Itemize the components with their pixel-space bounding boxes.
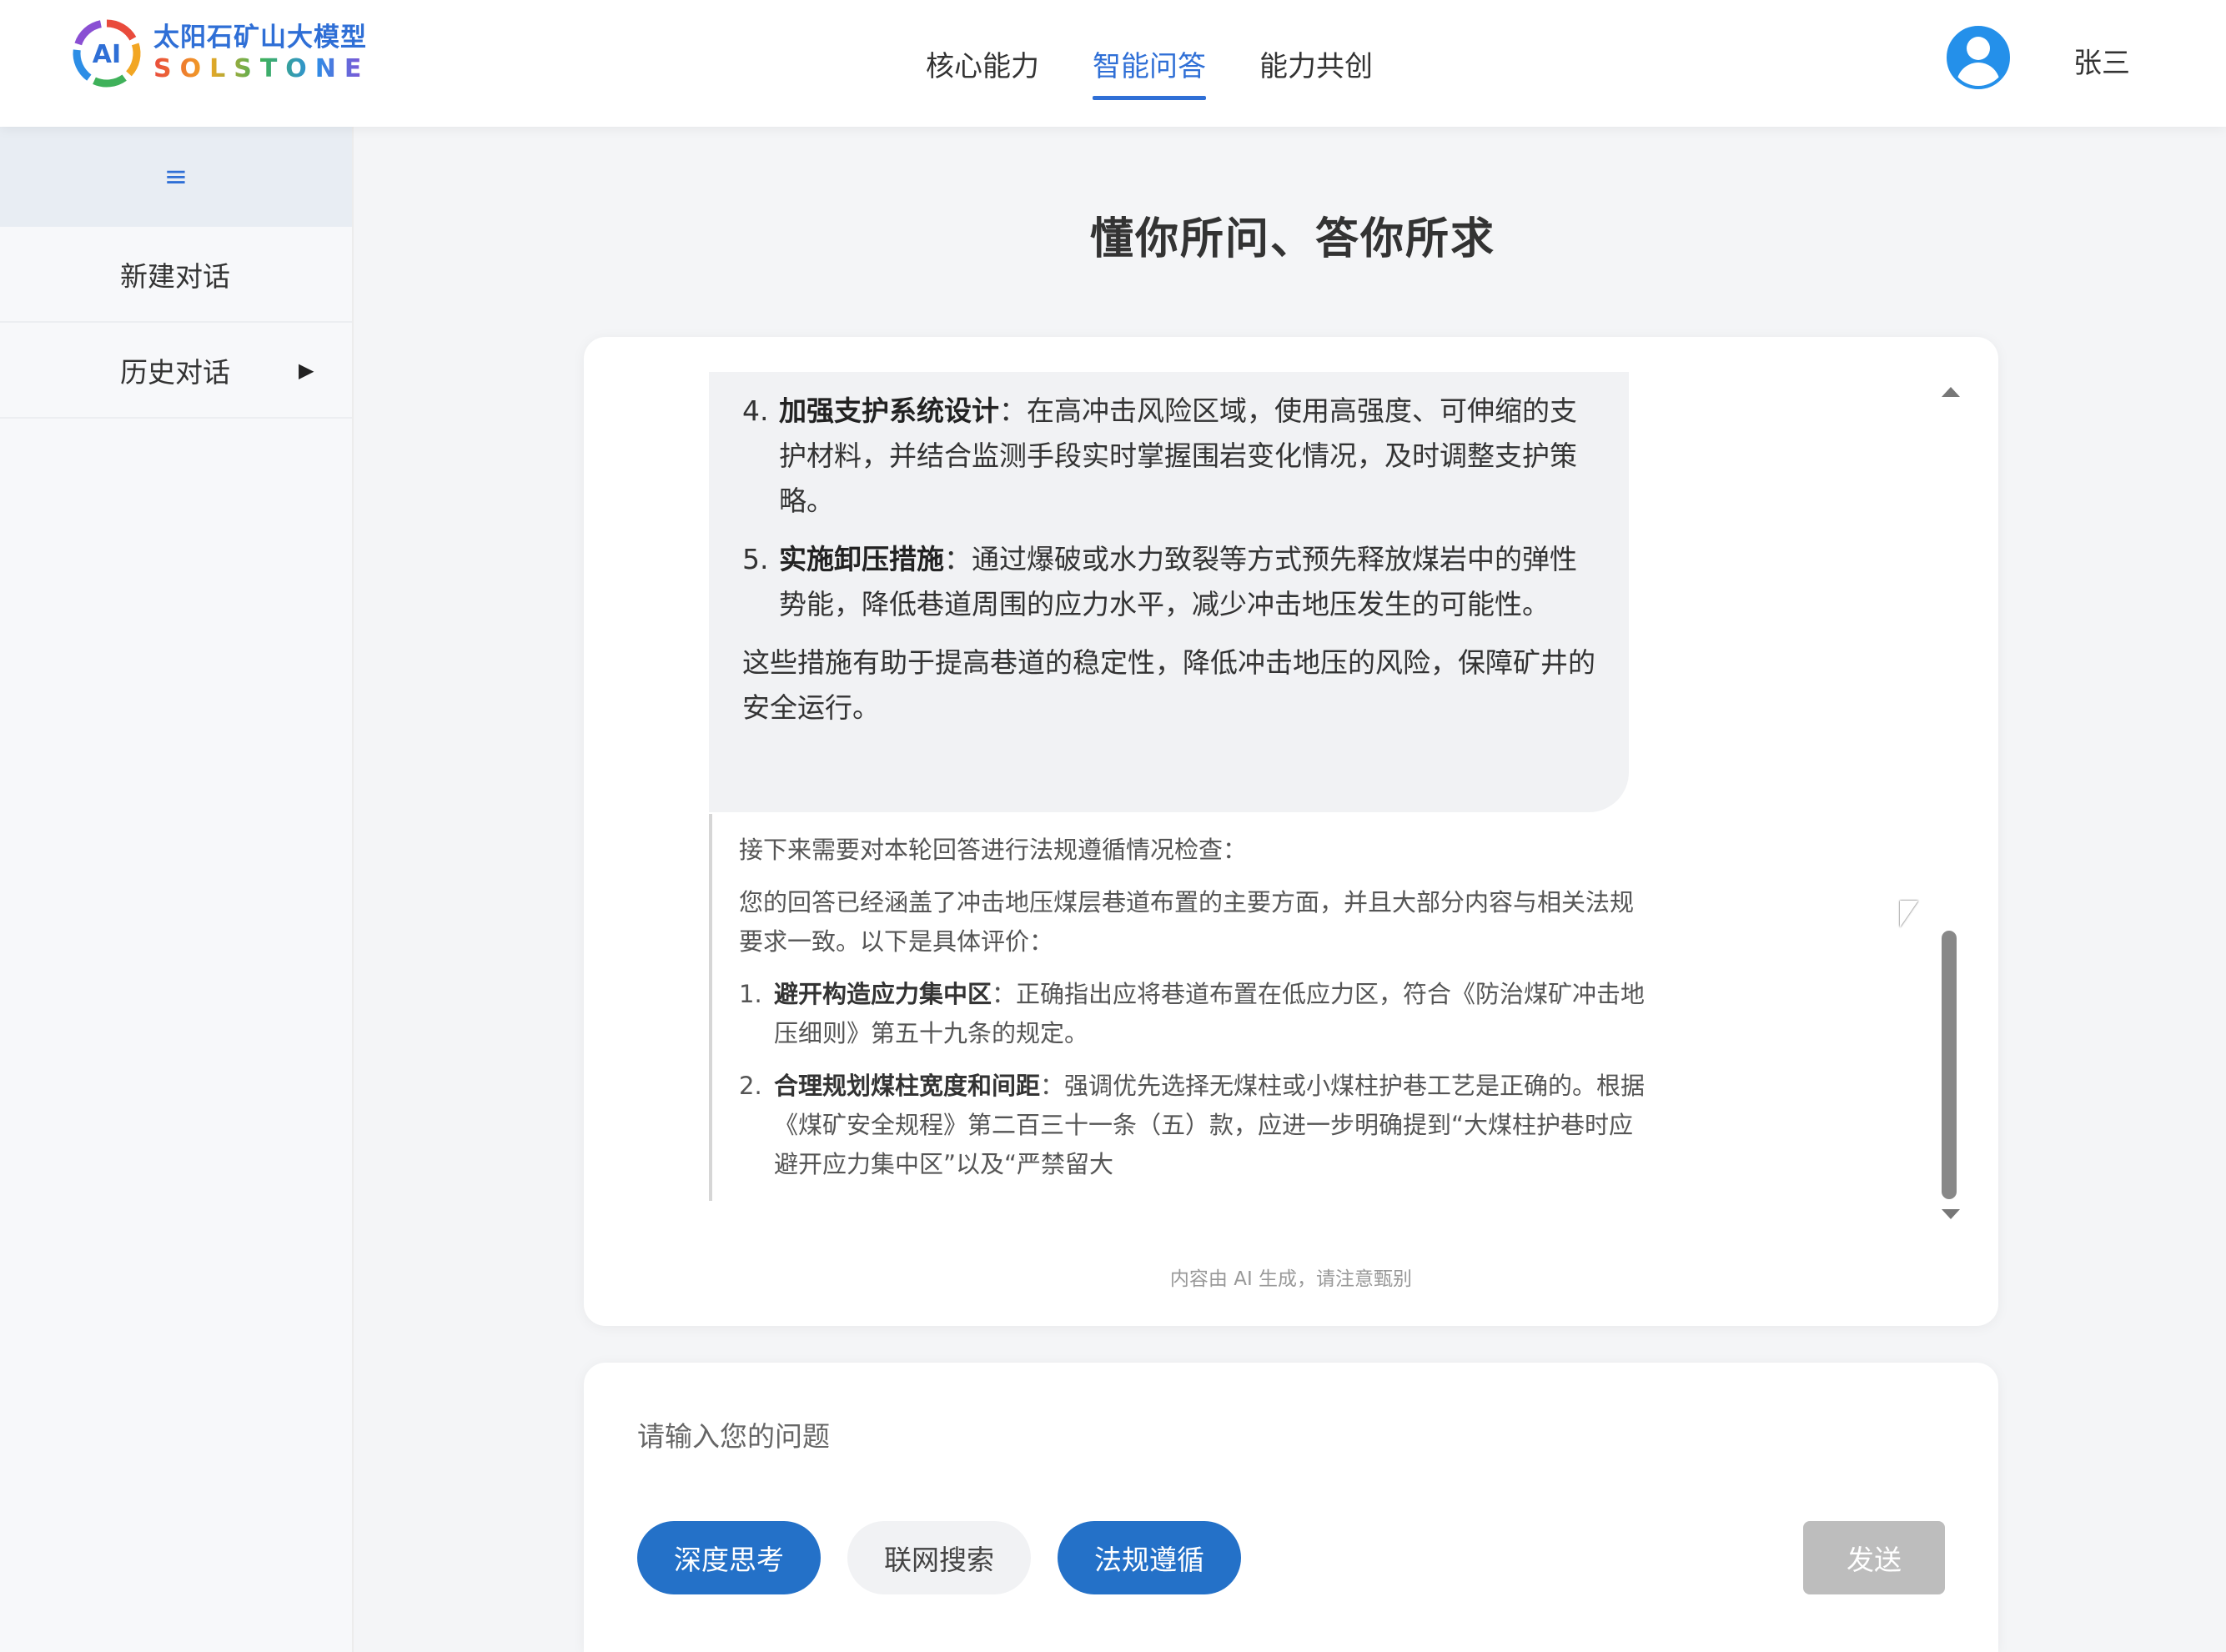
scrollbar-thumb[interactable]	[1942, 931, 1957, 1199]
nav-core-capability[interactable]: 核心能力	[926, 0, 1039, 127]
list-item-title: 实施卸压措施	[779, 543, 944, 575]
main-nav: 核心能力 智能问答 能力共创	[926, 0, 1426, 127]
list-item: 2. 合理规划煤柱宽度和间距：强调优先选择无煤柱或小煤柱护巷工艺是正确的。根据《…	[739, 1072, 1646, 1178]
deep-thinking-button[interactable]: 深度思考	[637, 1521, 821, 1594]
sidebar: ≡ 新建对话 历史对话 ▶	[0, 127, 354, 1652]
compliance-check-block: 接下来需要对本轮回答进行法规遵循情况检查： 您的回答已经涵盖了冲击地压煤层巷道布…	[709, 814, 1651, 1201]
ai-disclaimer: 内容由 AI 生成，请注意甄别	[1169, 1268, 1413, 1290]
list-item-title: 避开构造应力集中区	[774, 980, 992, 1008]
logo-mark-text: AI	[93, 40, 121, 69]
page-title: 懂你所问、答你所求	[1089, 214, 1495, 264]
list-item: 1. 避开构造应力集中区：正确指出应将巷道布置在低应力区，符合《防治煤矿冲击地压…	[739, 980, 1646, 1047]
username[interactable]: 张三	[2073, 40, 2130, 81]
brand-name-cn: 太阳石矿山大模型	[153, 23, 367, 53]
logo-mark-icon: AI	[70, 17, 143, 90]
menu-toggle-icon[interactable]: ≡	[0, 127, 352, 227]
chat-panel: 4. 加强支护系统设计：在高冲击风险区域，使用高强度、可伸缩的支护材料，并结合监…	[584, 337, 1998, 1326]
sidebar-item-label: 新建对话	[120, 259, 230, 293]
mouse-cursor-icon	[1900, 901, 1918, 927]
sidebar-item-history[interactable]: 历史对话 ▶	[0, 323, 352, 419]
scroll-down-arrow-icon[interactable]	[1942, 1209, 1960, 1219]
sidebar-item-label: 历史对话	[120, 355, 230, 389]
list-item-title: 加强支护系统设计	[779, 394, 999, 427]
compliance-summary: 您的回答已经涵盖了冲击地压煤层巷道布置的主要方面，并且大部分内容与相关法规要求一…	[739, 888, 1635, 956]
sidebar-item-new-chat[interactable]: 新建对话	[0, 227, 352, 323]
brand-name-en: SOLSTONE	[153, 54, 370, 83]
nav-co-creation[interactable]: 能力共创	[1259, 0, 1373, 127]
list-item: 5. 实施卸压措施：通过爆破或水力致裂等方式预先释放煤岩中的弹性势能，降低巷道周…	[742, 543, 1577, 620]
top-header: AI 太阳石矿山大模型 SOLSTONE 核心能力 智能问答 能力共创 张三	[0, 0, 2226, 127]
compliance-intro: 接下来需要对本轮回答进行法规遵循情况检查：	[739, 836, 1248, 864]
regulation-compliance-button[interactable]: 法规遵循	[1058, 1521, 1241, 1594]
list-item: 4. 加强支护系统设计：在高冲击风险区域，使用高强度、可伸缩的支护材料，并结合监…	[742, 394, 1577, 517]
list-item-title: 合理规划煤柱宽度和间距	[774, 1072, 1041, 1100]
input-panel: 深度思考 联网搜索 法规遵循 发送	[584, 1363, 1998, 1652]
answer-conclusion: 这些措施有助于提高巷道的稳定性，降低冲击地压的风险，保障矿井的安全运行。	[742, 646, 1595, 724]
scroll-up-arrow-icon[interactable]	[1942, 387, 1960, 397]
send-button[interactable]: 发送	[1803, 1521, 1945, 1594]
answer-bubble: 4. 加强支护系统设计：在高冲击风险区域，使用高强度、可伸缩的支护材料，并结合监…	[709, 372, 1629, 812]
nav-smart-qa[interactable]: 智能问答	[1093, 0, 1206, 127]
user-avatar-icon[interactable]	[1947, 26, 2010, 89]
web-search-button[interactable]: 联网搜索	[847, 1521, 1031, 1594]
question-input[interactable]	[637, 1411, 1938, 1461]
expand-arrow-icon: ▶	[299, 358, 314, 382]
brand-logo[interactable]: AI 太阳石矿山大模型 SOLSTONE	[70, 15, 370, 92]
